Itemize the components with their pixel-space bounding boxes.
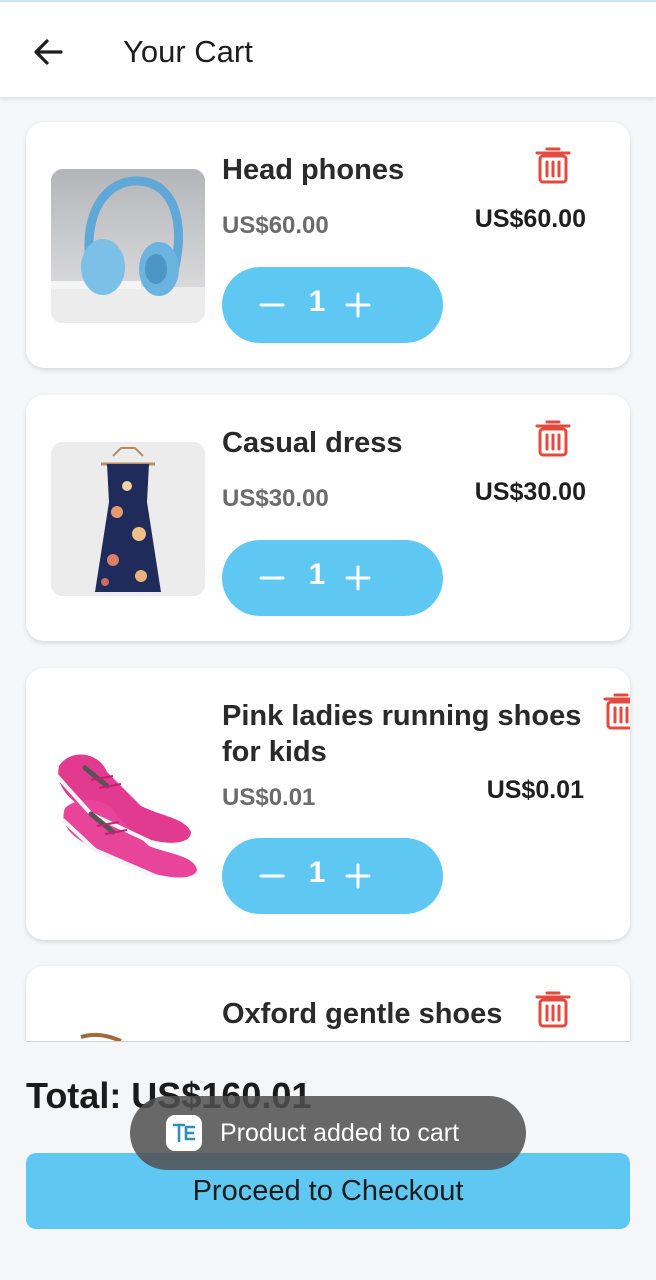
item-name: Head phones bbox=[222, 154, 405, 186]
item-name: Casual dress bbox=[222, 427, 403, 459]
minus-icon bbox=[259, 874, 285, 878]
quantity-value: 1 bbox=[308, 285, 326, 318]
decrease-quantity-button[interactable] bbox=[258, 862, 286, 890]
cart-item: Pink ladies running shoes for kids US$0.… bbox=[26, 668, 630, 940]
dress-image bbox=[51, 442, 205, 596]
unit-price: US$0.01 bbox=[222, 784, 316, 811]
decrease-quantity-button[interactable] bbox=[258, 564, 286, 592]
quantity-stepper: 1 bbox=[222, 267, 443, 343]
cart-list[interactable]: Head phones US$60.00 US$60.00 1 Casual d… bbox=[0, 97, 656, 1041]
minus-icon bbox=[259, 576, 285, 580]
decrease-quantity-button[interactable] bbox=[258, 291, 286, 319]
unit-price: US$60.00 bbox=[222, 212, 329, 239]
app-bar: Your Cart bbox=[0, 2, 656, 97]
quantity-stepper: 1 bbox=[222, 838, 443, 914]
quantity-value: 1 bbox=[308, 558, 326, 591]
plus-icon bbox=[345, 565, 371, 591]
unit-price: US$30.00 bbox=[222, 485, 329, 512]
plus-icon bbox=[345, 863, 371, 889]
headphones-image bbox=[51, 169, 205, 323]
line-total: US$0.01 bbox=[486, 776, 584, 804]
increase-quantity-button[interactable] bbox=[344, 564, 372, 592]
app-icon bbox=[166, 1115, 202, 1151]
cart-item: Casual dress US$30.00 US$30.00 1 bbox=[26, 395, 630, 641]
delete-button[interactable] bbox=[602, 691, 630, 731]
oxford-shoes-image bbox=[51, 1013, 205, 1041]
trash-icon bbox=[535, 991, 571, 1028]
toast-message: Product added to cart bbox=[220, 1119, 460, 1147]
quantity-stepper: 1 bbox=[222, 540, 443, 616]
minus-icon bbox=[259, 303, 285, 307]
page-title: Your Cart bbox=[123, 34, 253, 69]
cart-item: Head phones US$60.00 US$60.00 1 bbox=[26, 122, 630, 368]
quantity-value: 1 bbox=[308, 856, 326, 889]
trash-icon bbox=[535, 147, 571, 184]
divider bbox=[26, 1041, 630, 1042]
trash-icon bbox=[603, 693, 630, 730]
line-total: US$60.00 bbox=[474, 205, 586, 233]
trash-icon bbox=[535, 420, 571, 457]
item-name: Oxford gentle shoes bbox=[222, 998, 503, 1030]
back-button[interactable] bbox=[28, 32, 68, 72]
cart-item: Oxford gentle shoes bbox=[26, 966, 630, 1041]
delete-button[interactable] bbox=[534, 418, 572, 458]
increase-quantity-button[interactable] bbox=[344, 862, 372, 890]
toast: Product added to cart bbox=[130, 1096, 526, 1170]
increase-quantity-button[interactable] bbox=[344, 291, 372, 319]
item-name: Pink ladies running shoes for kids bbox=[222, 700, 582, 768]
line-total: US$30.00 bbox=[474, 478, 586, 506]
plus-icon bbox=[345, 292, 371, 318]
delete-button[interactable] bbox=[534, 989, 572, 1029]
back-arrow-icon bbox=[34, 39, 63, 65]
pink-shoes-image bbox=[51, 728, 205, 882]
delete-button[interactable] bbox=[534, 145, 572, 185]
